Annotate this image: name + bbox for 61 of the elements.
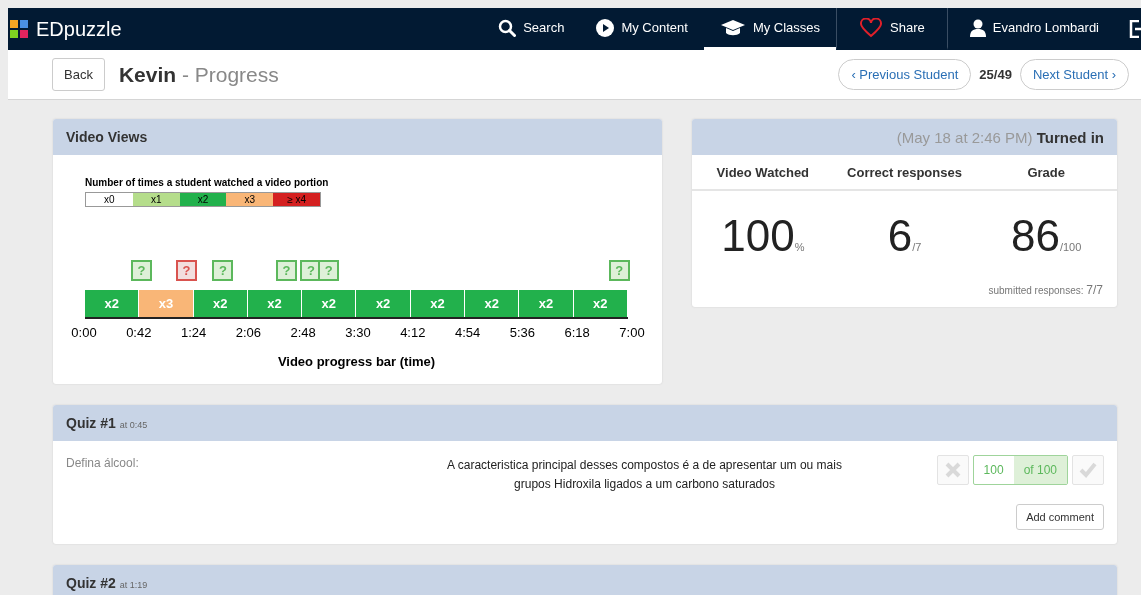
reject-button[interactable] [936,455,969,485]
back-button[interactable]: Back [52,58,105,91]
accept-button[interactable] [1072,455,1104,485]
nav-tab[interactable]: My Content [580,8,704,50]
previous-student-button[interactable]: ‹ Previous Student [838,59,972,90]
column-heading: Video Watched [715,164,811,182]
bar-segment: x2 [85,290,140,317]
tick-label: 3:30 [344,325,372,340]
bar-segment: x2 [247,290,303,317]
tick-label: 0:42 [125,325,153,340]
submitted-responses: submitted responses: 7/7 [987,282,1104,297]
search-icon [498,18,517,37]
legend-swatch: ≥ x4 [273,193,320,206]
play-icon [596,18,615,37]
bar-segment: x2 [193,290,248,317]
user-icon [969,18,986,37]
tick-label: 7:00 [618,325,646,340]
answer-text: A caracteristica principal desses compostos é a de apresentar um ou mais grupos Hidroxila ligados a um carbono saturados [446,457,843,493]
quiz-title: Quiz #2 at 1:19 [66,575,148,591]
bar-segment: x3 [139,290,194,317]
tick-label: 2:06 [234,325,263,340]
legend-swatch: x1 [132,193,180,206]
puzzle-logo-icon [8,18,30,40]
stat-value: 86/100 [1010,210,1083,262]
tick-label: 1:24 [179,325,208,340]
tick-label: 5:36 [508,325,537,340]
heart-icon [859,17,884,38]
tick-label: 4:54 [453,325,482,340]
submission-status: (May 18 at 2:46 PM) Turned in [896,129,1104,146]
bar-segment: x2 [465,290,520,317]
brand-logo-text[interactable]: EDpuzzle [36,17,122,41]
add-comment-button[interactable]: Add comment [1016,504,1104,530]
student-counter: 25/49 [979,67,1012,82]
bar-segment: x2 [519,290,574,317]
graduation-cap-icon [719,18,746,37]
stat-value: 100% [720,210,806,262]
bar-segment: x2 [410,290,466,317]
tick-label: 0:00 [70,325,98,340]
bar-segment: x2 [356,290,411,317]
stat-value: 6/7 [886,210,923,262]
nav-tab[interactable]: Search [482,8,581,50]
tick-label: 4:12 [399,325,427,340]
logout-icon[interactable] [1129,20,1141,38]
column-heading: Grade [1026,164,1066,182]
tick-label: 6:18 [563,325,591,340]
axis-label: Video progress bar (time) [276,354,437,369]
tick-label: 2:48 [289,325,317,340]
bar-segment: x2 [302,290,357,317]
bar-segment: x2 [573,290,628,317]
question-text: Defina álcool: [66,456,140,472]
next-student-button[interactable]: Next Student › [1019,59,1129,90]
column-heading: Correct responses [846,164,963,182]
page-title: Kevin - Progress [118,62,279,87]
close-icon [944,462,961,478]
checkmark-icon [1079,462,1097,478]
legend-swatch: x2 [179,193,227,206]
question-marker[interactable]: ? [176,260,198,281]
legend-swatch: x3 [226,193,274,206]
legend-title: Number of times a student watched a video portion [85,177,330,188]
quiz-title: Quiz #1 at 0:45 [66,415,148,431]
card-title: Video Views [66,129,148,145]
